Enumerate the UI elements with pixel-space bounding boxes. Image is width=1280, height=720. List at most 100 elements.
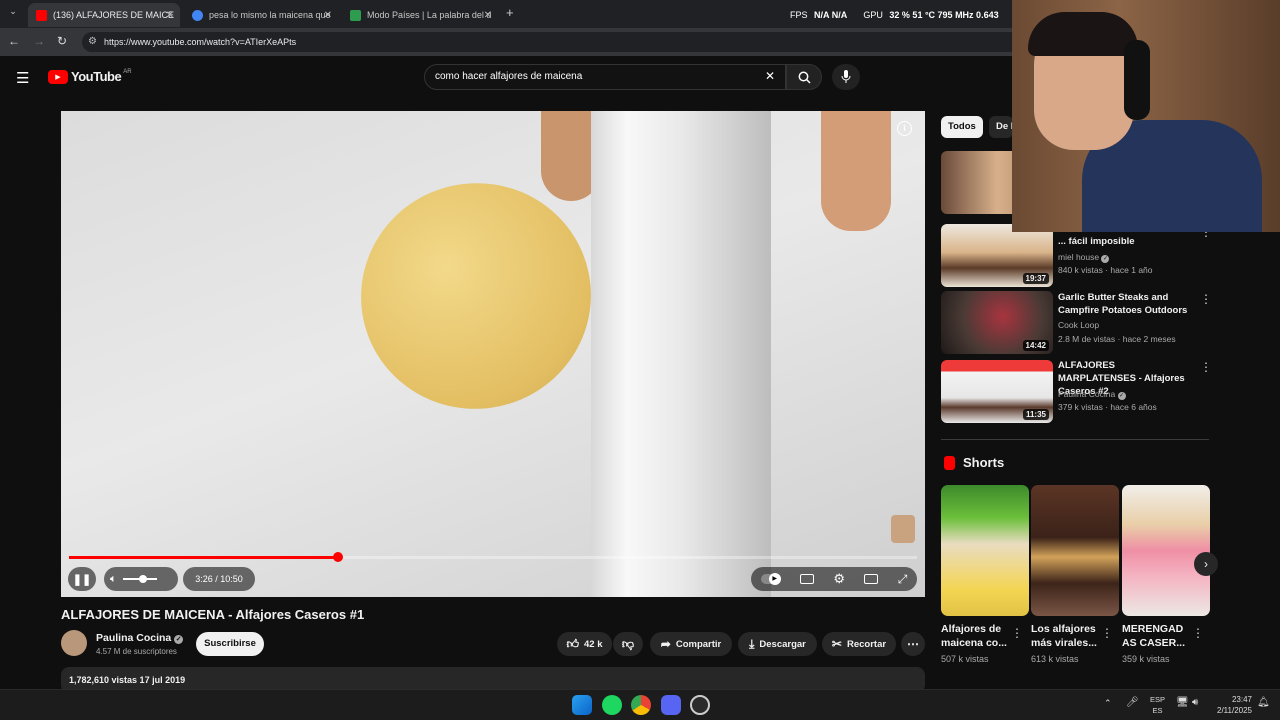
channel-text: miel house xyxy=(1058,252,1100,262)
dislike-button[interactable]: 👎︎ xyxy=(613,632,643,656)
clear-search-icon[interactable]: ✕ xyxy=(765,69,775,83)
chip-todos[interactable]: Todos xyxy=(941,116,983,138)
more-actions-button[interactable]: ⋯ xyxy=(901,632,925,656)
language-indicator[interactable]: ESP ES xyxy=(1150,694,1165,716)
short-title[interactable]: Alfajores de maicena co... xyxy=(941,622,1015,650)
divider xyxy=(941,439,1209,440)
reload-icon[interactable]: ↻ xyxy=(57,34,67,48)
clock[interactable]: 23:47 2/11/2025 xyxy=(1210,694,1252,716)
windows-start-icon[interactable] xyxy=(572,695,592,715)
search-button[interactable] xyxy=(786,64,822,90)
duration-badge: 19:37 xyxy=(1022,273,1049,284)
spotify-icon[interactable] xyxy=(602,695,622,715)
related-title[interactable]: Garlic Butter Steaks and Campfire Potato… xyxy=(1058,291,1194,317)
youtube-play-logo-icon: ▶ xyxy=(48,69,68,84)
volume-icon: 🔈︎ xyxy=(110,572,117,585)
close-icon[interactable]: ✕ xyxy=(324,10,332,21)
short-thumbnail[interactable] xyxy=(941,485,1029,616)
region-code: AR xyxy=(123,69,132,75)
autoplay-toggle-icon[interactable]: ▶ xyxy=(760,573,781,585)
clip-button[interactable]: ✂ Recortar xyxy=(822,632,896,656)
lang-primary: ESP xyxy=(1150,695,1166,704)
tab-google[interactable]: pesa lo mismo la maicena que ✕ xyxy=(184,3,338,27)
voice-search-button[interactable] xyxy=(832,64,860,90)
shorts-header: Shorts xyxy=(944,455,1004,470)
close-icon[interactable]: ✕ xyxy=(484,10,492,21)
url-field[interactable]: ⚙ https://www.youtube.com/watch?v=ATIerX… xyxy=(82,32,1032,52)
scrubber-handle[interactable] xyxy=(332,552,343,562)
microphone-icon xyxy=(841,70,851,83)
share-arrow-icon: ➦ xyxy=(660,637,671,651)
volume-icon[interactable]: 🔊︎ xyxy=(1192,697,1198,708)
volume-slider[interactable] xyxy=(122,575,157,583)
miniplayer-icon[interactable] xyxy=(864,574,879,584)
share-button[interactable]: ➦ Compartir xyxy=(650,632,732,656)
tab-search-icon[interactable]: ⌄ xyxy=(6,6,20,22)
video-title: ALFAJORES DE MAICENA - Alfajores Caseros… xyxy=(61,607,365,622)
download-button[interactable]: ⤓ Descargar xyxy=(738,632,817,656)
pause-button[interactable]: ❚❚ xyxy=(68,567,96,591)
steam-icon[interactable] xyxy=(690,695,710,715)
info-icon[interactable]: i xyxy=(897,121,912,136)
duration-badge: 11:35 xyxy=(1022,409,1049,420)
views-date: 1,782,610 vistas 17 jul 2019 xyxy=(69,675,186,685)
more-vertical-icon[interactable]: ⋮ xyxy=(1101,626,1113,640)
short-views: 359 k vistas xyxy=(1122,654,1170,664)
duration-badge: 14:42 xyxy=(1022,340,1049,351)
new-tab-plus-icon[interactable]: + xyxy=(506,5,514,20)
related-thumbnail[interactable]: 11:35 xyxy=(941,360,1053,423)
webcam-person-hair xyxy=(1028,12,1138,56)
clock-time: 23:47 xyxy=(1231,695,1252,704)
verified-check-icon: ✓ xyxy=(1117,392,1126,400)
channel-name-text: Paulina Cocina xyxy=(96,632,172,644)
youtube-logo[interactable]: ▶ YouTube AR xyxy=(48,69,132,84)
search-input[interactable]: como hacer alfajores de maicena ✕ xyxy=(424,64,786,90)
chip-de-paulina[interactable]: De P xyxy=(989,116,1013,138)
more-vertical-icon[interactable]: ⋮ xyxy=(1200,360,1212,374)
fullscreen-icon[interactable]: ⤢ xyxy=(898,572,908,587)
related-channel: Paulina Cocina ✓ xyxy=(1058,389,1126,400)
url-text: https://www.youtube.com/watch?v=ATIerXeA… xyxy=(104,37,297,47)
like-button[interactable]: 👍︎ 42 k xyxy=(557,632,612,656)
notification-bell-icon[interactable]: 🔔︎ xyxy=(1257,697,1270,708)
short-title[interactable]: Los alfajores más virales... xyxy=(1031,622,1105,650)
forward-arrow-icon[interactable]: → xyxy=(33,34,45,48)
related-thumbnail[interactable]: 19:37 xyxy=(941,224,1053,287)
download-label: Descargar xyxy=(759,638,806,650)
chevron-right-icon[interactable]: › xyxy=(1194,552,1218,576)
youtube-favicon-icon xyxy=(36,9,47,21)
menu-hamburger-icon[interactable]: ☰ xyxy=(16,69,29,87)
lang-secondary: ES xyxy=(1152,706,1163,715)
related-title[interactable]: ... fácil imposible xyxy=(1058,235,1194,248)
settings-gear-icon[interactable]: ⚙ xyxy=(833,571,845,587)
volume-control[interactable]: 🔈︎ xyxy=(104,567,178,591)
related-meta: 840 k vistas · hace 1 año xyxy=(1058,265,1153,275)
more-vertical-icon[interactable]: ⋮ xyxy=(1011,626,1023,640)
microphone-icon[interactable]: 🎤︎ xyxy=(1126,697,1139,708)
site-info-icon[interactable]: ⚙ xyxy=(88,36,97,47)
tab-modo-paises[interactable]: Modo Países | La palabra del d ✕ xyxy=(342,3,498,27)
short-thumbnail[interactable] xyxy=(1122,485,1210,616)
network-icon[interactable]: 🖥︎ xyxy=(1176,697,1189,708)
short-title[interactable]: MERENGAD AS CASER... xyxy=(1122,622,1196,650)
related-meta: 379 k vistas · hace 6 años xyxy=(1058,402,1157,412)
close-icon[interactable]: ✕ xyxy=(166,10,174,21)
captions-icon[interactable] xyxy=(800,574,815,584)
channel-name[interactable]: Paulina Cocina ✓ xyxy=(96,632,184,644)
short-thumbnail[interactable] xyxy=(1031,485,1119,616)
channel-watermark-avatar[interactable] xyxy=(891,515,915,543)
progress-bar[interactable] xyxy=(69,552,917,562)
fps-value: N/A N/A xyxy=(814,10,847,20)
related-thumbnail[interactable]: 14:42 xyxy=(941,291,1053,354)
chrome-icon[interactable] xyxy=(631,695,651,715)
back-arrow-icon[interactable]: ← xyxy=(8,34,20,48)
subscribe-button[interactable]: Suscribirse xyxy=(196,632,264,656)
channel-avatar[interactable] xyxy=(61,630,87,656)
more-vertical-icon[interactable]: ⋮ xyxy=(1192,626,1204,640)
discord-icon[interactable] xyxy=(661,695,681,715)
video-player[interactable]: i ❚❚ 🔈︎ 3:26 / 10:50 ▶ ⚙ ⤢ xyxy=(61,111,925,597)
like-count: 42 k xyxy=(584,638,603,650)
more-vertical-icon[interactable]: ⋮ xyxy=(1200,292,1212,306)
chevron-up-icon[interactable]: ⌃ xyxy=(1104,698,1112,709)
tab-youtube[interactable]: (136) ALFAJORES DE MAICE ✕ xyxy=(28,3,180,27)
